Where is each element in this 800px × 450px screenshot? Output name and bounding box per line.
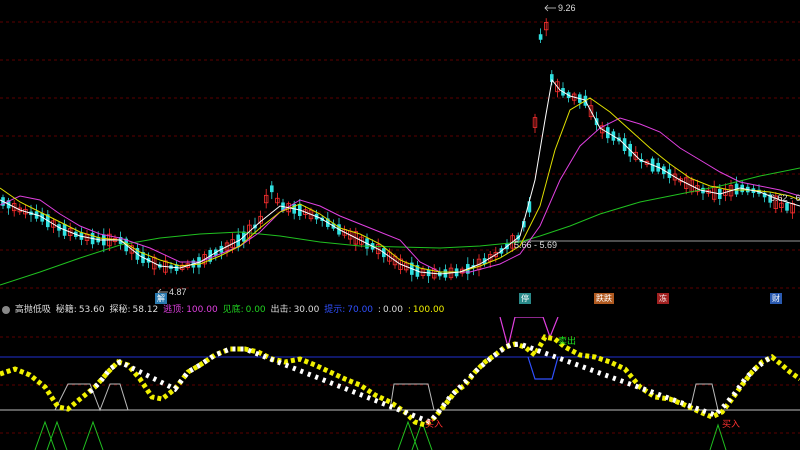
low-price-label: 4.87 <box>169 287 187 297</box>
indicator-label-ts: 提示: <box>324 305 346 315</box>
indicator-value-td: 100.00 <box>186 305 218 315</box>
indicator-label-x1: : <box>377 305 381 315</box>
right-price-label: 6.62 - 6 <box>770 193 800 203</box>
indicator-label-mj: 秘籍: <box>55 305 77 315</box>
indicator-value-ts: 70.00 <box>347 305 374 315</box>
green-spikes <box>34 420 727 450</box>
indicator-label-td: 逃顶: <box>163 305 185 315</box>
indicator-header: 高抛低吸 秘籍: 53.60 探秘: 58.12 逃顶: 100.00 见底: 0.00… <box>0 303 800 317</box>
indicator-value-x2: 100.00 <box>412 305 445 315</box>
candle-body <box>538 34 543 40</box>
magenta-top-line <box>499 317 559 348</box>
sell-signal-label: 卖出 <box>558 335 576 347</box>
candle-body <box>270 185 274 193</box>
indicator-label-x2: : <box>407 305 411 315</box>
indicator-name[interactable]: 高抛低吸 <box>15 305 51 315</box>
main-candlestick-chart[interactable]: 9.26 4.87 5.66 - 5.69 6.62 - 6 <box>0 0 800 300</box>
indicator-label-cj: 出击: <box>270 305 292 315</box>
indicator-value-jd: 0.00 <box>245 305 266 315</box>
buy-signal-label-right: 买入 <box>722 419 740 430</box>
grid-lines <box>0 21 800 289</box>
candles-group <box>1 18 795 284</box>
ma60-line <box>0 167 800 286</box>
range-price-label: 5.66 - 5.69 <box>514 240 557 250</box>
candle-body <box>785 202 789 211</box>
blue-dip-line <box>527 356 559 380</box>
indicator-value-tm: 58.12 <box>132 305 159 315</box>
buy-signal-label-left: 买入 <box>425 419 443 430</box>
ma20-line <box>0 117 800 273</box>
indicator-value-x1: 0.00 <box>382 305 403 315</box>
indicator-sub-chart[interactable]: 卖出 买入 买入 <box>0 317 800 450</box>
indicator-settings-icon[interactable] <box>2 305 10 314</box>
oscillator-line <box>0 334 800 428</box>
high-price-marker: 9.26 <box>544 3 576 13</box>
indicator-label-jd: 见底: <box>222 305 244 315</box>
indicator-value-mj: 53.60 <box>78 305 105 315</box>
ma10-line <box>0 97 800 273</box>
high-price-label: 9.26 <box>558 3 576 13</box>
indicator-label-tm: 探秘: <box>109 305 131 315</box>
indicator-value-cj: 30.00 <box>293 305 320 315</box>
